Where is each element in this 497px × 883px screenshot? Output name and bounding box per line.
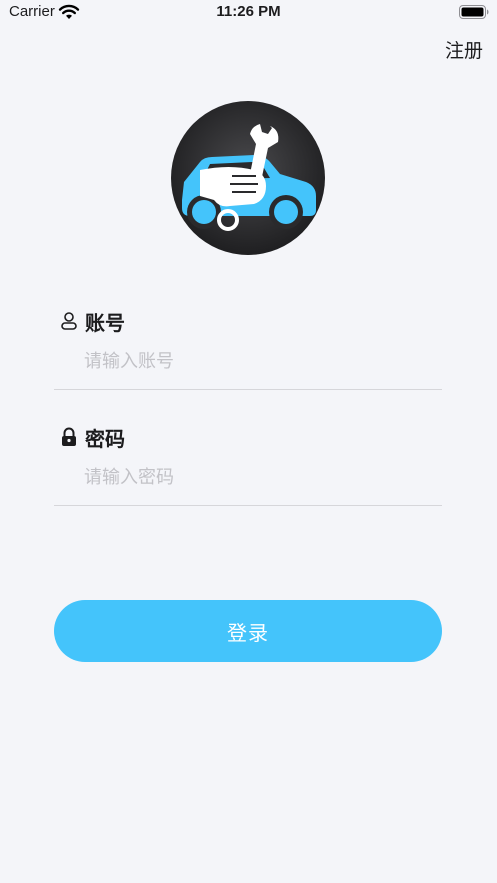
password-divider (54, 505, 442, 506)
password-label-row: 密码 (60, 422, 125, 452)
password-field: 密码 (54, 422, 442, 506)
account-label: 账号 (85, 310, 125, 335)
car-repair-logo-icon (171, 101, 325, 255)
account-divider (54, 389, 442, 390)
register-link[interactable]: 注册 (445, 36, 483, 63)
account-label-row: 账号 (60, 306, 125, 336)
account-input[interactable] (84, 346, 424, 376)
password-label: 密码 (85, 426, 125, 451)
status-bar: Carrier 11:26 PM (0, 0, 497, 28)
battery-icon (459, 5, 489, 19)
login-button[interactable]: 登录 (54, 600, 442, 662)
lock-icon (62, 427, 76, 446)
account-field: 账号 (54, 306, 442, 390)
clock: 11:26 PM (216, 3, 281, 20)
password-input[interactable] (84, 462, 424, 492)
user-icon (61, 312, 77, 330)
